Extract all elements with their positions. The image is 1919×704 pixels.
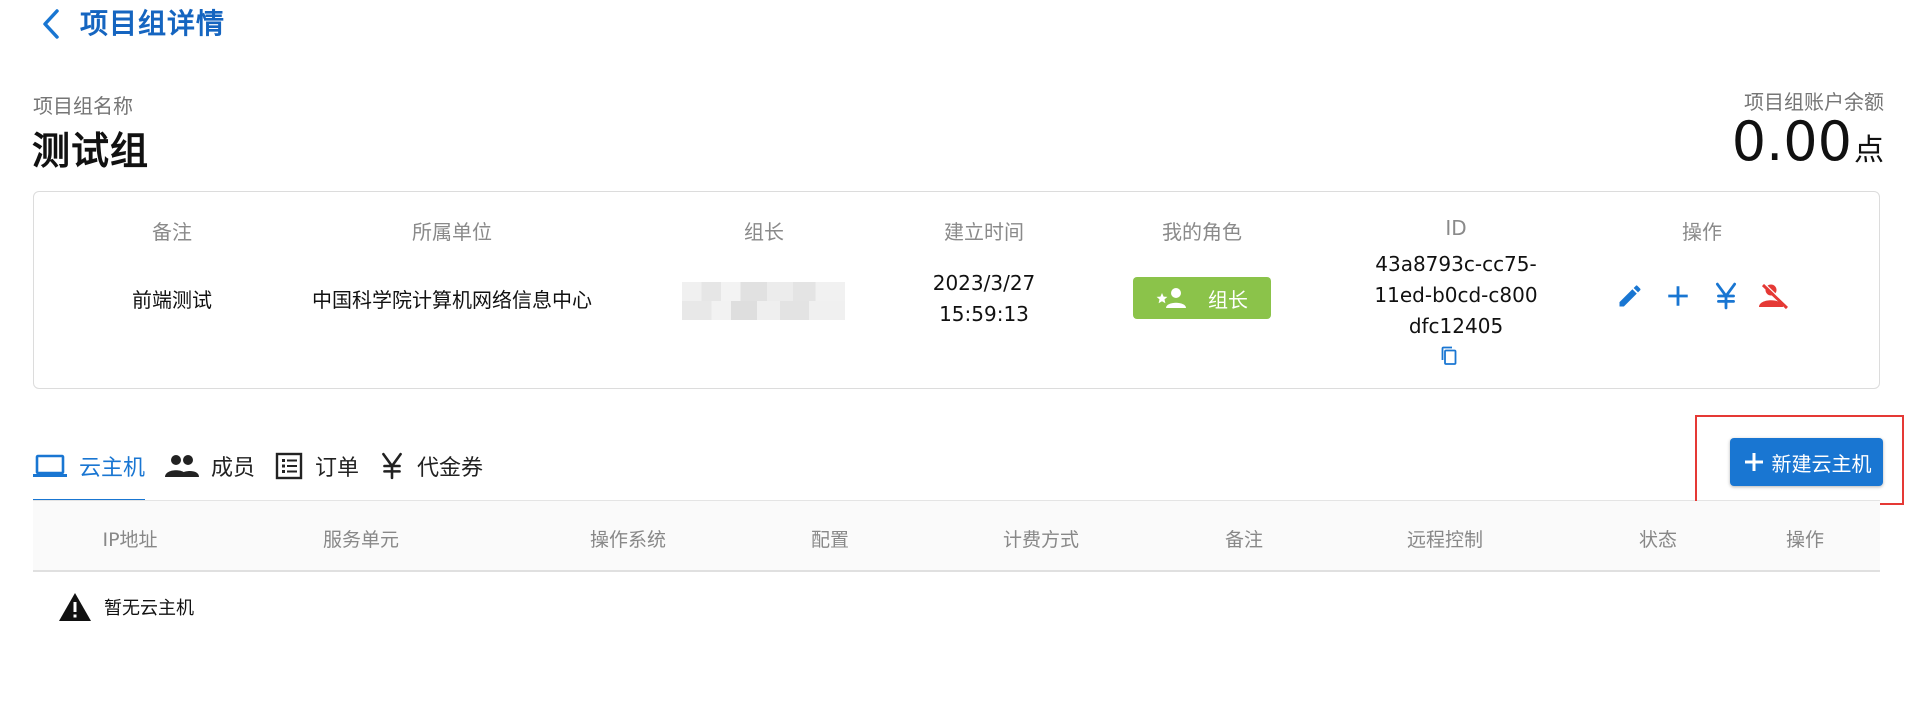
group-info-card: 备注 所属单位 组长 建立时间 我的角色 ID 操作 前端测试 中国科学院计算机… [33,191,1880,389]
ops-header: 操作 [1682,220,1722,244]
people-icon [165,453,200,479]
id-value: 43a8793c-cc75-11ed-b0cd-c800dfc12405 [1374,252,1538,338]
yen-icon [379,452,405,480]
column-header: 操作系统 [589,529,667,551]
disband-group-button[interactable] [1756,278,1792,314]
back-button[interactable] [34,4,68,44]
org-value: 中国科学院计算机网络信息中心 [312,288,592,312]
tab-cloud-hosts[interactable]: 云主机 [33,440,146,502]
remark-header: 备注 [152,220,192,244]
laptop-icon [33,453,67,479]
chevron-left-icon [43,9,59,39]
column-header: 操作 [1785,529,1825,551]
remark-value: 前端测试 [132,288,212,312]
leader-header: 组长 [744,220,784,244]
column-header: 状态 [1638,529,1678,551]
page-title: 项目组详情 [80,7,226,40]
create-cloud-host-button[interactable]: 新建云主机 [1730,438,1883,486]
project-group-detail-page: 项目组详情 项目组名称 测试组 项目组账户余额 0.00 点 备注 所属单位 组… [0,0,1919,704]
page-header: 项目组详情 [0,0,1919,48]
column-header: 备注 [1224,529,1264,551]
column-header: IP地址 [102,529,158,551]
balance-value: 0.00 [1731,110,1852,173]
plus-icon [1742,450,1766,474]
hosts-table-header: IP地址 服务单元 操作系统 配置 计费方式 备注 远程控制 状态 操作 [33,501,1880,572]
add-button[interactable] [1660,278,1696,314]
empty-state: 暂无云主机 [58,592,194,622]
role-label: 组长 [1208,287,1248,312]
plus-icon [1668,286,1688,306]
tab-label: 订单 [315,456,360,481]
column-header: 计费方式 [1002,529,1080,551]
org-header: 所属单位 [412,220,492,244]
group-name: 测试组 [32,129,150,173]
tab-label: 成员 [211,456,256,481]
group-name-label: 项目组名称 [33,94,133,118]
list-icon [275,452,303,480]
balance-display: 0.00 点 [1732,112,1884,172]
created-header: 建立时间 [944,220,1024,244]
created-time: 15:59:13 [939,302,1029,326]
empty-text: 暂无云主机 [104,598,194,619]
tab-orders[interactable]: 订单 [275,440,359,492]
copy-id-button[interactable] [1437,344,1461,368]
person-star-icon [1156,286,1186,310]
tab-label: 代金券 [417,456,484,481]
pencil-icon [1619,285,1641,307]
copy-icon [1441,346,1457,365]
role-badge: 组长 [1133,277,1271,319]
create-button-label: 新建云主机 [1771,451,1872,476]
balance-unit: 点 [1854,133,1884,168]
column-header: 远程控制 [1406,529,1484,551]
warning-icon [58,592,92,622]
id-header: ID [1445,216,1467,240]
created-date: 2023/3/27 [932,271,1036,295]
tab-members[interactable]: 成员 [165,440,255,492]
leader-value-redacted [682,282,845,320]
tab-vouchers[interactable]: 代金券 [379,440,483,492]
yen-icon [1715,282,1737,310]
person-off-icon [1759,283,1789,310]
column-header: 服务单元 [322,529,400,551]
edit-button[interactable] [1612,278,1648,314]
recharge-button[interactable] [1708,278,1744,314]
role-header: 我的角色 [1162,220,1242,244]
created-value: 2023/3/27 15:59:13 [933,268,1036,330]
tab-label: 云主机 [79,456,146,481]
column-header: 配置 [810,529,850,551]
tab-bar: 云主机 成员 订单 代金券 [33,440,503,502]
operation-buttons [1612,278,1804,314]
